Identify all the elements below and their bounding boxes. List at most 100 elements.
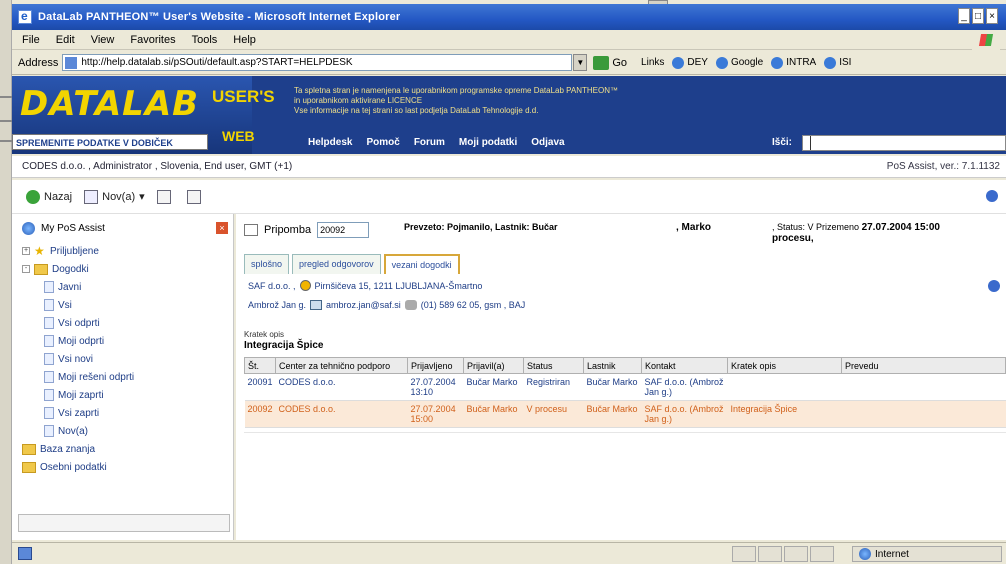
pane-scrollbar[interactable] <box>18 514 230 532</box>
collapse-icon[interactable]: - <box>22 265 30 273</box>
tree-item[interactable]: Nov(a) <box>22 422 134 440</box>
tree-item-label: Vsi <box>58 299 72 311</box>
tree-item[interactable]: Moji odprti <box>22 332 134 350</box>
tree-item[interactable]: Osebni podatki <box>22 458 134 476</box>
nav-pomoc[interactable]: Pomoč <box>366 137 399 148</box>
address-dropdown-icon[interactable]: ▼ <box>573 54 588 71</box>
col-header[interactable]: Prevedu <box>841 357 1006 374</box>
tree-item[interactable]: Vsi zaprti <box>22 404 134 422</box>
tree-item[interactable]: Javni <box>22 278 134 296</box>
link-google[interactable]: Google <box>715 56 763 69</box>
nav-tree: + ★ Priljubljene - Dogodki Javni Vsi Vsi odprti… <box>22 242 134 476</box>
check-button[interactable] <box>186 189 205 204</box>
go-arrow-icon <box>593 55 610 70</box>
status-cell <box>810 546 834 562</box>
status-cell <box>732 546 756 562</box>
cell-contact: SAF d.o.o. (Ambrož Jan g.) <box>641 400 728 428</box>
document-icon <box>44 281 54 293</box>
tree-item[interactable]: Baza znanja <box>22 440 134 458</box>
notice-line: Ta spletna stran je namenjena le uporabn… <box>294 86 619 95</box>
col-header[interactable]: Kontakt <box>641 357 729 374</box>
menu-help[interactable]: Help <box>233 34 256 46</box>
document-icon <box>44 353 54 365</box>
link-dey[interactable]: DEY <box>672 56 708 69</box>
status-cell <box>784 546 808 562</box>
status-tail: procesu, <box>772 233 814 244</box>
tree-item[interactable]: - Dogodki <box>22 260 134 278</box>
col-header[interactable]: Prijavljeno <box>407 357 465 374</box>
back-button[interactable]: Nazaj <box>26 189 72 204</box>
contact-email[interactable]: ambroz.jan@saf.si <box>326 300 401 310</box>
col-header[interactable]: Center za tehnično podporo <box>275 357 409 374</box>
maximize-button[interactable]: □ <box>972 8 984 24</box>
cell-contact: SAF d.o.o. (Ambrož Jan g.) <box>641 373 728 401</box>
link-isi[interactable]: ISI <box>824 56 851 69</box>
address-input[interactable]: http://help.datalab.si/pSOuti/default.as… <box>62 54 573 71</box>
cell-reported: 27.07.2004 15:00 <box>407 400 464 428</box>
expand-icon[interactable]: + <box>22 247 30 255</box>
internet-zone-icon <box>859 548 871 560</box>
col-header[interactable]: Št. <box>243 357 277 374</box>
tree-item-label: Vsi novi <box>58 353 94 365</box>
col-header[interactable]: Prijavil(a) <box>463 357 525 374</box>
phone-icon <box>404 300 417 310</box>
ie-icon <box>18 9 32 24</box>
close-pane-icon[interactable]: × <box>216 222 228 234</box>
zone-label: Internet <box>875 548 909 560</box>
nav-odjava[interactable]: Odjava <box>531 137 564 148</box>
company-address[interactable]: Pirnšičeva 15, 1211 LJUBLJANA-Šmartno <box>315 281 483 291</box>
info-icon[interactable] <box>988 280 1000 292</box>
record-number-field[interactable]: 20092 <box>317 222 370 238</box>
tab-splosno[interactable]: splošno <box>244 254 290 274</box>
table-row[interactable]: 20091 CODES d.o.o. 27.07.2004 13:10 Buča… <box>244 373 1006 401</box>
close-button[interactable]: × <box>986 8 998 24</box>
tree-item[interactable]: Vsi <box>22 296 134 314</box>
edit-button[interactable] <box>156 189 175 204</box>
menu-edit[interactable]: Edit <box>56 34 75 46</box>
cell-id[interactable]: 20092 <box>244 400 276 428</box>
tree-item[interactable]: + ★ Priljubljene <box>22 242 134 260</box>
menu-view[interactable]: View <box>91 34 115 46</box>
version-info: PoS Assist, ver.: 7.1.1132 <box>886 161 1000 172</box>
title-bar[interactable]: DataLab PANTHEON™ User's Website - Micro… <box>12 4 1006 30</box>
menu-tools[interactable]: Tools <box>192 34 218 46</box>
table-row[interactable]: 20092 CODES d.o.o. 27.07.2004 15:00 Buča… <box>244 400 1006 428</box>
datalab-logo[interactable]: DATALAB <box>20 84 199 124</box>
tab-pregled-odgovorov[interactable]: pregled odgovorov <box>292 254 381 274</box>
tree-item-label: Nov(a) <box>58 425 89 437</box>
contact-person[interactable]: Ambrož Jan g. <box>248 300 306 310</box>
new-record-icon <box>84 189 99 204</box>
company-link[interactable]: SAF d.o.o. , <box>248 281 296 291</box>
nav-helpdesk[interactable]: Helpdesk <box>308 137 352 148</box>
status-info: , Status: V Prizemeno 27.07.2004 15:00 p… <box>772 222 1002 244</box>
help-icon[interactable] <box>986 190 998 202</box>
nav-forum[interactable]: Forum <box>414 137 445 148</box>
cell-id[interactable]: 20091 <box>244 373 276 401</box>
tree-item[interactable]: Moji zaprti <box>22 386 134 404</box>
tab-vezani-dogodki[interactable]: vezani dogodki <box>383 254 460 274</box>
session-bar: CODES d.o.o. , Administrator , Slovenia,… <box>12 156 1006 178</box>
tree-item[interactable]: Moji rešeni odprti <box>22 368 134 386</box>
tree-item[interactable]: Vsi odprti <box>22 314 134 332</box>
col-header[interactable]: Status <box>523 357 585 374</box>
new-button[interactable]: Nov(a) ▾ <box>84 189 145 204</box>
search-input[interactable] <box>802 135 1006 151</box>
table-header-row: Št. Center za tehnično podporo Prijavlje… <box>243 357 1006 374</box>
tree-item-label: Dogodki <box>52 263 89 275</box>
col-header[interactable]: Kratek opis <box>727 357 843 374</box>
link-intra[interactable]: INTRA <box>771 56 816 69</box>
go-button[interactable]: Go <box>593 55 627 70</box>
menu-file[interactable]: File <box>22 34 40 46</box>
cell-owner: Bučar Marko <box>583 373 642 401</box>
minimize-button[interactable]: _ <box>958 8 970 24</box>
address-pin-icon <box>299 280 311 291</box>
users-logo-text: USER'S <box>212 87 275 106</box>
contact-company-line: SAF d.o.o. , Pirnšičeva 15, 1211 LJUBLJA… <box>248 280 482 291</box>
nav-moji-podatki[interactable]: Moji podatki <box>459 137 517 148</box>
menu-favorites[interactable]: Favorites <box>130 34 175 46</box>
record-toolbar: Nazaj Nov(a) ▾ <box>12 180 1006 214</box>
col-header[interactable]: Lastnik <box>583 357 643 374</box>
tagline: SPREMENITE PODATKE V DOBIČEK <box>12 134 208 150</box>
tree-item[interactable]: Vsi novi <box>22 350 134 368</box>
record-icon <box>244 224 258 236</box>
